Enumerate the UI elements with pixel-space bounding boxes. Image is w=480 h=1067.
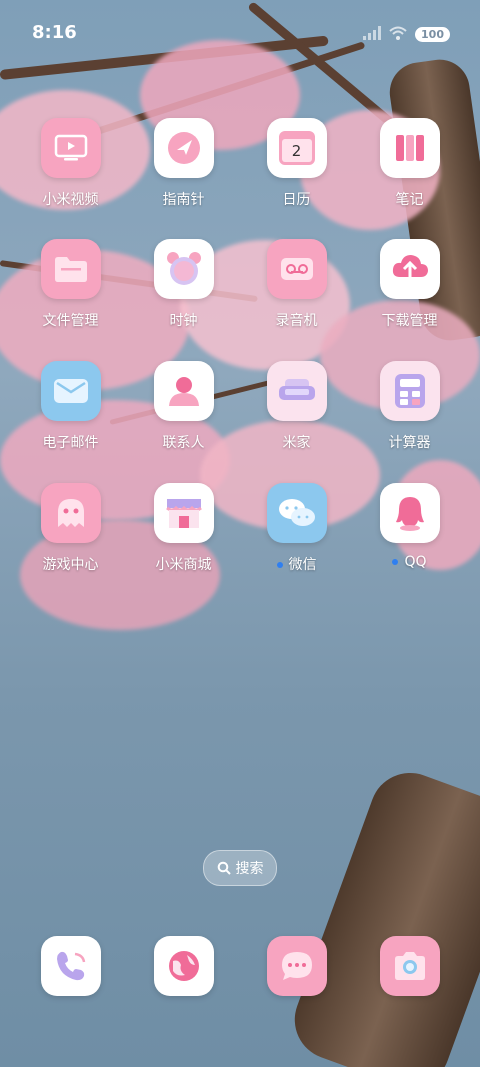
contact-icon <box>153 361 214 421</box>
app-compass[interactable]: 指南针 <box>127 118 240 209</box>
app-email[interactable]: 电子邮件 <box>14 361 127 452</box>
app-label: 游戏中心 <box>42 557 99 573</box>
app-xiaomi-video[interactable]: 小米视频 <box>14 118 127 209</box>
app-label: 时钟 <box>169 313 198 329</box>
app-file-manager[interactable]: 文件管理 <box>14 239 127 330</box>
app-wechat[interactable]: 微信 <box>240 483 353 574</box>
search-icon <box>217 861 231 875</box>
app-calendar[interactable]: 2 日历 <box>240 118 353 209</box>
app-label: 联系人 <box>162 435 205 451</box>
dock-messages[interactable] <box>240 936 353 996</box>
app-qq[interactable]: QQ <box>353 483 466 570</box>
wifi-icon <box>389 25 407 44</box>
mail-icon <box>40 361 101 421</box>
camera-icon <box>379 936 440 996</box>
app-label: QQ <box>353 554 466 570</box>
folder-icon <box>40 239 101 299</box>
qq-penguin-icon <box>379 483 440 543</box>
wechat-icon <box>266 483 327 543</box>
search-button[interactable]: 搜索 <box>203 850 277 886</box>
recorder-icon <box>266 239 327 299</box>
app-game-center[interactable]: 游戏中心 <box>14 483 127 574</box>
cloud-download-icon <box>379 239 440 299</box>
signal-icon <box>363 25 382 44</box>
app-label: 下载管理 <box>381 313 438 329</box>
calendar-icon: 2 <box>266 118 327 178</box>
battery-icon: 100 <box>415 27 450 42</box>
app-contacts[interactable]: 联系人 <box>127 361 240 452</box>
browser-globe-icon <box>153 936 214 996</box>
compass-icon <box>153 118 214 178</box>
app-recorder[interactable]: 录音机 <box>240 239 353 330</box>
app-label: 小米视频 <box>42 192 99 208</box>
app-notes[interactable]: 笔记 <box>353 118 466 209</box>
app-label: 录音机 <box>275 313 318 329</box>
dock-browser[interactable] <box>127 936 240 996</box>
new-dot <box>392 559 399 565</box>
app-calculator[interactable]: 计算器 <box>353 361 466 452</box>
app-download-manager[interactable]: 下载管理 <box>353 239 466 330</box>
new-dot <box>276 562 283 568</box>
sofa-icon <box>266 361 327 421</box>
store-icon <box>153 483 214 543</box>
app-label: 电子邮件 <box>42 435 99 451</box>
status-time: 8:16 <box>32 22 77 43</box>
app-mi-store[interactable]: 小米商城 <box>127 483 240 574</box>
calculator-icon <box>379 361 440 421</box>
alarm-clock-icon <box>153 239 214 299</box>
phone-icon <box>40 936 101 996</box>
search-label: 搜索 <box>235 861 264 877</box>
message-icon <box>266 936 327 996</box>
notes-icon <box>379 118 440 178</box>
app-label: 微信 <box>240 554 353 574</box>
app-mijia[interactable]: 米家 <box>240 361 353 452</box>
app-label: 米家 <box>282 435 311 451</box>
app-clock[interactable]: 时钟 <box>127 239 240 330</box>
calendar-date: 2 <box>281 139 312 162</box>
app-label: 笔记 <box>395 192 424 208</box>
app-label: 计算器 <box>388 435 431 451</box>
app-label: 指南针 <box>162 192 205 208</box>
home-screen: 8:16 100 小米视频 指南针 2 日历 笔记 文件管理 时钟 录音机 下载… <box>0 0 480 1067</box>
app-label: 日历 <box>282 192 311 208</box>
ghost-icon <box>40 483 101 543</box>
app-label: 文件管理 <box>42 313 99 329</box>
dock-camera[interactable] <box>353 936 466 996</box>
status-bar: 8:16 100 <box>0 0 480 68</box>
video-icon <box>40 118 101 178</box>
app-label: 小米商城 <box>155 557 212 573</box>
dock-phone[interactable] <box>14 936 127 996</box>
